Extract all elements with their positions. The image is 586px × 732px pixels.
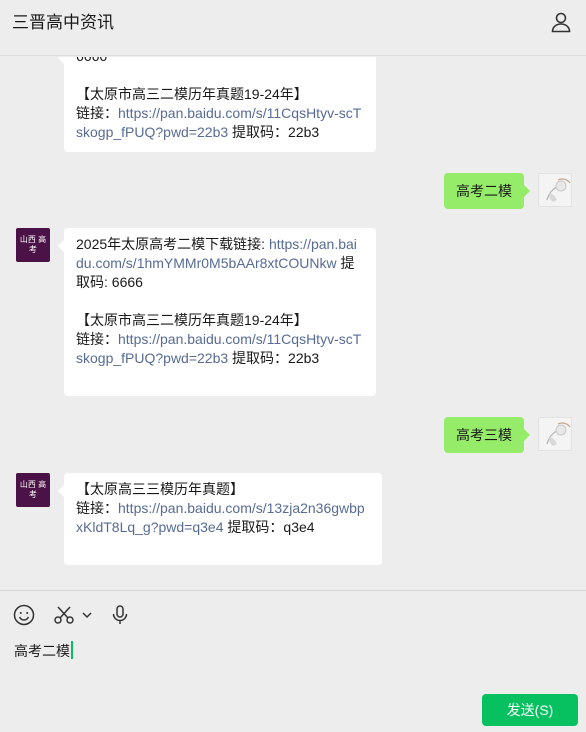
message-text: 链接：: [76, 105, 118, 121]
message-list[interactable]: 6666 【太原市高三二模历年真题19-24年】 链接：https://pan.…: [0, 57, 586, 590]
message-bubble[interactable]: 2025年太原高考二模下载链接: https://pan.baidu.com/s…: [58, 228, 376, 396]
message-text: 【太原市高三二模历年真题19-24年】: [76, 312, 308, 328]
draft-text: 高考二模: [14, 643, 70, 659]
avatar-label: 山西: [19, 235, 36, 244]
scissors-icon[interactable]: [52, 603, 76, 627]
message-link-line: 2025年太原高考二模下载链接: https://pan.baidu.com/s…: [76, 235, 364, 292]
message-bubble-outgoing[interactable]: 高考二模: [444, 173, 530, 209]
message-bubble-outgoing[interactable]: 高考三模: [444, 417, 530, 453]
message-link-line: 链接：https://pan.baidu.com/s/11CqsHtyv-scT…: [76, 330, 364, 368]
message-link[interactable]: https://pan.baidu.com/s/13zja2n36gwbpxKl…: [76, 500, 365, 535]
message-text: 6666: [76, 57, 364, 66]
self-avatar[interactable]: [538, 173, 572, 207]
send-button[interactable]: 发送(S): [482, 694, 578, 726]
message-link-line: 链接：https://pan.baidu.com/s/13zja2n36gwbp…: [76, 499, 370, 537]
message-text: 【太原高三三模历年真题】: [76, 481, 244, 497]
message-text: 高考二模: [456, 183, 512, 199]
avatar-label: 山西: [19, 480, 36, 489]
message-input[interactable]: 高考二模: [14, 641, 73, 661]
contact-avatar[interactable]: 山西 高考: [16, 228, 50, 262]
contact-avatar[interactable]: 山西 高考: [16, 473, 50, 507]
chat-header: 三晋高中资讯: [0, 0, 586, 56]
message-text: 提取码：22b3: [228, 124, 320, 140]
message-text: 提取码：22b3: [228, 350, 320, 366]
message-text: 提取码：q3e4: [223, 519, 315, 535]
emoji-icon[interactable]: [12, 603, 36, 627]
chat-title: 三晋高中资讯: [12, 13, 114, 32]
message-bubble[interactable]: 6666 【太原市高三二模历年真题19-24年】 链接：https://pan.…: [58, 57, 376, 152]
message-text: 高考三模: [456, 427, 512, 443]
user-icon[interactable]: [550, 11, 572, 33]
text-caret: [71, 641, 73, 659]
message-text: 2025年太原高考二模下载链接:: [76, 236, 269, 252]
message-text: 链接：: [76, 500, 118, 516]
chevron-down-icon[interactable]: [80, 603, 94, 627]
message-link-line: 链接：https://pan.baidu.com/s/11CqsHtyv-scT…: [76, 104, 364, 142]
message-text: 【太原市高三二模历年真题19-24年】: [76, 86, 308, 102]
microphone-icon[interactable]: [108, 603, 132, 627]
message-bubble[interactable]: 【太原高三三模历年真题】 链接：https://pan.baidu.com/s/…: [58, 473, 382, 565]
self-avatar[interactable]: [538, 417, 572, 451]
message-composer[interactable]: 高考二模 发送(S): [0, 590, 586, 732]
message-text: 链接：: [76, 331, 118, 347]
